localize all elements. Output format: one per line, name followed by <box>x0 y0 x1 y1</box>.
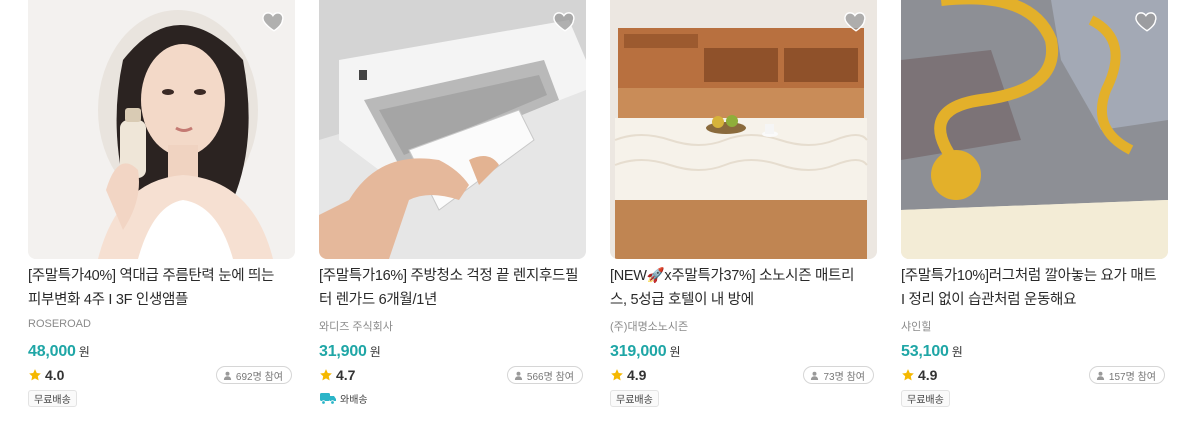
participants-badge: 566명 참여 <box>506 366 583 384</box>
product-image[interactable] <box>610 0 877 259</box>
product-rating: 4.7 <box>319 367 355 383</box>
participants-badge: 157명 참여 <box>1088 366 1165 384</box>
product-title-line: [주말특가10%]러그처럼 깔아놓는 요가 매트 <box>901 268 1157 284</box>
product-card[interactable]: [주말특가10%]러그처럼 깔아놓는 요가 매트 I 정리 없이 습관처럼 운동… <box>901 0 1168 430</box>
wishlist-heart-icon[interactable] <box>843 8 869 34</box>
participants-badge: 692명 참여 <box>215 366 292 384</box>
product-image[interactable] <box>28 0 295 259</box>
user-icon <box>223 371 232 380</box>
price-unit: 원 <box>369 345 381 359</box>
product-card[interactable]: [NEW🚀x주말특가37%] 소노시즌 매트리 스, 5성급 호텔이 내 방에 … <box>610 0 877 430</box>
yoga-mat-rug-image <box>901 0 1168 259</box>
shipping-label: 와배송 <box>340 395 368 406</box>
bed-mattress-image <box>610 0 877 259</box>
product-card[interactable]: [주말특가40%] 역대급 주름탄력 눈에 띄는 피부변화 4주 I 3F 인생… <box>28 0 295 430</box>
wishlist-heart-icon[interactable] <box>552 8 578 34</box>
product-title-line: 피부변화 4주 I 3F 인생앰플 <box>28 292 189 308</box>
user-icon <box>1096 371 1105 380</box>
rating-value: 4.9 <box>627 367 647 383</box>
product-title[interactable]: [주말특가16%] 주방청소 걱정 끝 렌지후드필 터 렌가드 6개월/1년 <box>319 264 581 312</box>
price-unit: 원 <box>78 345 90 359</box>
price-value: 31,900 <box>319 343 367 360</box>
wishlist-heart-icon[interactable] <box>1134 8 1160 34</box>
product-title-line: [주말특가40%] 역대급 주름탄력 눈에 띄는 <box>28 268 275 284</box>
product-rating: 4.9 <box>901 367 937 383</box>
product-price: 53,100 원 <box>901 343 963 361</box>
price-value: 48,000 <box>28 343 76 360</box>
product-brand[interactable]: 와디즈 주식회사 <box>319 318 393 334</box>
product-title-line: I 정리 없이 습관처럼 운동해요 <box>901 292 1077 308</box>
product-rating: 4.9 <box>610 367 646 383</box>
participants-count: 73명 참여 <box>823 371 865 383</box>
product-price: 48,000 원 <box>28 343 90 361</box>
star-icon <box>29 369 41 381</box>
user-icon <box>514 371 523 380</box>
product-title-line: [주말특가16%] 주방청소 걱정 끝 렌지후드필 <box>319 268 579 284</box>
rating-value: 4.0 <box>45 367 65 383</box>
shipping-badge: 무료배송 <box>610 390 659 407</box>
product-brand[interactable]: (주)대명소노시즌 <box>610 318 688 334</box>
price-unit: 원 <box>669 345 681 359</box>
price-value: 53,100 <box>901 343 949 360</box>
range-hood-filter-image <box>319 0 586 259</box>
product-title[interactable]: [NEW🚀x주말특가37%] 소노시즌 매트리 스, 5성급 호텔이 내 방에 <box>610 264 872 312</box>
product-title-line: 스, 5성급 호텔이 내 방에 <box>610 292 754 308</box>
star-icon <box>902 369 914 381</box>
product-price: 319,000 원 <box>610 343 680 361</box>
participants-badge: 73명 참여 <box>803 366 874 384</box>
participants-count: 157명 참여 <box>1108 371 1156 383</box>
product-brand[interactable]: ROSEROAD <box>28 318 91 330</box>
truck-icon <box>320 393 336 405</box>
star-icon <box>611 369 623 381</box>
user-icon <box>811 371 819 380</box>
shipping-badge: 무료배송 <box>901 390 950 407</box>
shipping-badge: 무료배송 <box>28 390 77 407</box>
product-card[interactable]: [주말특가16%] 주방청소 걱정 끝 렌지후드필 터 렌가드 6개월/1년 와… <box>319 0 586 430</box>
product-title-line: [NEW🚀x주말특가37%] 소노시즌 매트리 <box>610 268 855 284</box>
product-price: 31,900 원 <box>319 343 381 361</box>
price-unit: 원 <box>951 345 963 359</box>
product-image[interactable] <box>901 0 1168 259</box>
price-value: 319,000 <box>610 343 667 360</box>
participants-count: 692명 참여 <box>235 371 283 383</box>
star-icon <box>320 369 332 381</box>
shipping-badge: 와배송 <box>319 390 373 407</box>
product-title[interactable]: [주말특가10%]러그처럼 깔아놓는 요가 매트 I 정리 없이 습관처럼 운동… <box>901 264 1163 312</box>
product-image[interactable] <box>319 0 586 259</box>
product-rating: 4.0 <box>28 367 64 383</box>
wishlist-heart-icon[interactable] <box>261 8 287 34</box>
product-brand[interactable]: 샤인힐 <box>901 318 931 334</box>
participants-count: 566명 참여 <box>526 371 574 383</box>
product-title[interactable]: [주말특가40%] 역대급 주름탄력 눈에 띄는 피부변화 4주 I 3F 인생… <box>28 264 290 312</box>
product-title-line: 터 렌가드 6개월/1년 <box>319 292 437 308</box>
skincare-model-image <box>28 0 295 259</box>
rating-value: 4.7 <box>336 367 356 383</box>
rating-value: 4.9 <box>918 367 938 383</box>
product-grid: [주말특가40%] 역대급 주름탄력 눈에 띄는 피부변화 4주 I 3F 인생… <box>28 0 1168 430</box>
